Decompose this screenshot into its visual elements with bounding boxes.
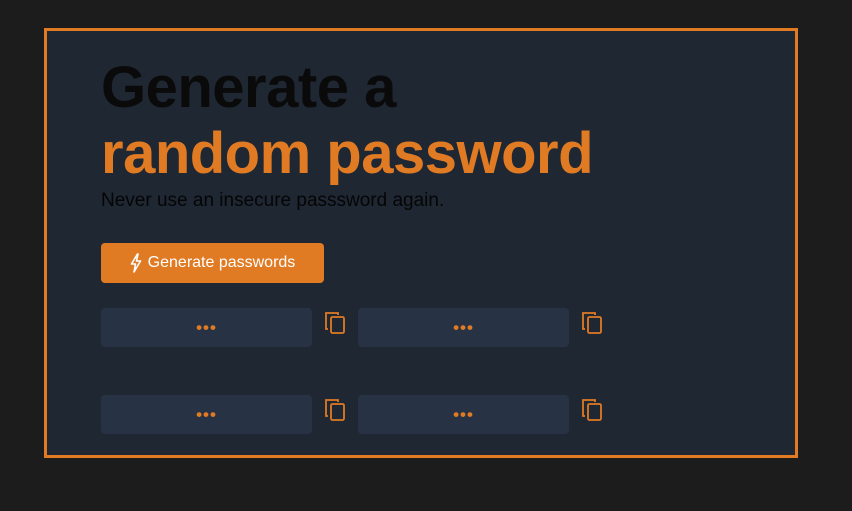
password-field[interactable]: •••: [101, 395, 312, 434]
generator-card: Generate a random password Never use an …: [44, 28, 798, 458]
generator-content: Generate a random password Never use an …: [101, 55, 795, 434]
generate-passwords-button[interactable]: Generate passwords: [101, 243, 324, 283]
title-line-1: Generate a: [101, 55, 396, 120]
lightning-bolt-icon: [130, 253, 142, 273]
password-item: •••: [101, 308, 361, 350]
generate-passwords-label: Generate passwords: [147, 254, 296, 271]
page-subtitle: Never use an insecure passsword again.: [101, 190, 445, 211]
password-field[interactable]: •••: [358, 395, 569, 434]
copy-icon[interactable]: [323, 311, 347, 337]
title-line-2: random password: [101, 121, 594, 186]
password-field[interactable]: •••: [358, 308, 569, 347]
copy-icon[interactable]: [323, 398, 347, 424]
page-title: Generate a random password: [101, 55, 795, 187]
password-item: •••: [101, 395, 361, 437]
password-item: •••: [358, 395, 618, 437]
password-field[interactable]: •••: [101, 308, 312, 347]
password-item: •••: [358, 308, 618, 350]
copy-icon[interactable]: [580, 398, 604, 424]
copy-icon[interactable]: [580, 311, 604, 337]
